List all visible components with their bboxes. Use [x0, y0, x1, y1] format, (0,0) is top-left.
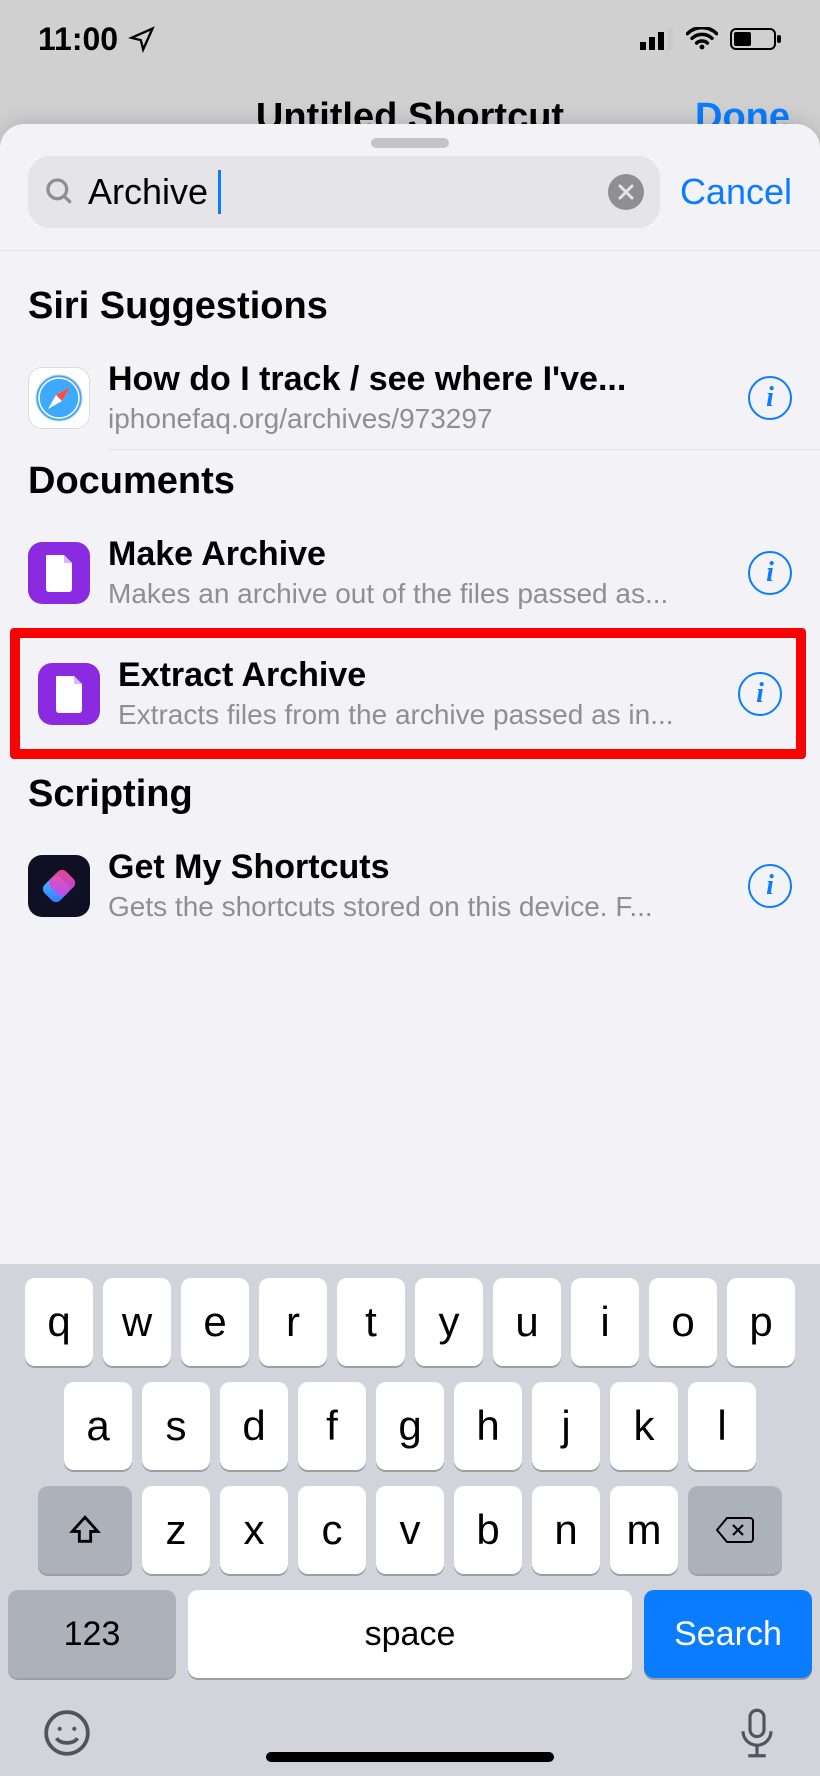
- key-p[interactable]: p: [727, 1278, 795, 1366]
- status-bar: 11:00: [0, 0, 820, 78]
- action-row-get-my-shortcuts[interactable]: Get My Shortcuts Gets the shortcuts stor…: [0, 834, 820, 937]
- section-header-documents: Documents: [0, 450, 820, 521]
- wifi-icon: [686, 27, 718, 51]
- numbers-key[interactable]: 123: [8, 1590, 176, 1678]
- shortcuts-icon: [28, 855, 90, 917]
- key-c[interactable]: c: [298, 1486, 366, 1574]
- backspace-key[interactable]: [688, 1486, 782, 1574]
- search-row: Archive Cancel: [0, 156, 820, 251]
- highlighted-action: Extract Archive Extracts files from the …: [10, 628, 806, 759]
- result-subtitle: Extracts files from the archive passed a…: [118, 699, 720, 731]
- space-key[interactable]: space: [188, 1590, 632, 1678]
- result-title: Extract Archive: [118, 656, 720, 695]
- action-row-extract-archive[interactable]: Extract Archive Extracts files from the …: [28, 646, 792, 741]
- document-icon: [28, 542, 90, 604]
- keyboard-row-4: 123 space Search: [8, 1590, 812, 1678]
- result-subtitle: iphonefaq.org/archives/973297: [108, 403, 730, 435]
- keyboard-row-1: q w e r t y u i o p: [8, 1278, 812, 1366]
- result-title: Get My Shortcuts: [108, 848, 730, 887]
- x-icon: [617, 183, 635, 201]
- search-field[interactable]: Archive: [28, 156, 660, 228]
- key-b[interactable]: b: [454, 1486, 522, 1574]
- key-e[interactable]: e: [181, 1278, 249, 1366]
- key-n[interactable]: n: [532, 1486, 600, 1574]
- result-subtitle: Gets the shortcuts stored on this device…: [108, 891, 730, 923]
- key-h[interactable]: h: [454, 1382, 522, 1470]
- key-f[interactable]: f: [298, 1382, 366, 1470]
- key-x[interactable]: x: [220, 1486, 288, 1574]
- status-time: 11:00: [38, 21, 118, 58]
- emoji-icon[interactable]: [42, 1708, 92, 1758]
- safari-icon: [28, 367, 90, 429]
- key-v[interactable]: v: [376, 1486, 444, 1574]
- shift-icon: [68, 1513, 102, 1547]
- key-i[interactable]: i: [571, 1278, 639, 1366]
- key-l[interactable]: l: [688, 1382, 756, 1470]
- result-subtitle: Makes an archive out of the files passed…: [108, 578, 730, 610]
- keyboard-row-3: z x c v b n m: [8, 1486, 812, 1574]
- action-search-sheet: Archive Cancel Siri Suggestions How do I…: [0, 124, 820, 1776]
- key-r[interactable]: r: [259, 1278, 327, 1366]
- info-button[interactable]: i: [748, 864, 792, 908]
- keyboard: q w e r t y u i o p a s d f g h j k l z: [0, 1264, 820, 1776]
- key-w[interactable]: w: [103, 1278, 171, 1366]
- key-d[interactable]: d: [220, 1382, 288, 1470]
- search-text: Archive: [88, 171, 208, 213]
- keyboard-row-2: a s d f g h j k l: [8, 1382, 812, 1470]
- siri-suggestion-row[interactable]: How do I track / see where I've... iphon…: [0, 346, 820, 449]
- result-title: How do I track / see where I've...: [108, 360, 730, 399]
- action-row-make-archive[interactable]: Make Archive Makes an archive out of the…: [0, 521, 820, 624]
- key-o[interactable]: o: [649, 1278, 717, 1366]
- key-s[interactable]: s: [142, 1382, 210, 1470]
- shift-key[interactable]: [38, 1486, 132, 1574]
- cellular-icon: [640, 28, 674, 50]
- result-title: Make Archive: [108, 535, 730, 574]
- key-y[interactable]: y: [415, 1278, 483, 1366]
- backspace-icon: [715, 1515, 755, 1545]
- results-list: Siri Suggestions How do I track / see wh…: [0, 251, 820, 937]
- home-indicator[interactable]: [266, 1752, 554, 1762]
- key-g[interactable]: g: [376, 1382, 444, 1470]
- key-u[interactable]: u: [493, 1278, 561, 1366]
- clear-search-button[interactable]: [608, 174, 644, 210]
- info-button[interactable]: i: [738, 672, 782, 716]
- key-k[interactable]: k: [610, 1382, 678, 1470]
- key-a[interactable]: a: [64, 1382, 132, 1470]
- section-header-scripting: Scripting: [0, 763, 820, 834]
- key-j[interactable]: j: [532, 1382, 600, 1470]
- key-z[interactable]: z: [142, 1486, 210, 1574]
- sheet-grabber[interactable]: [371, 138, 449, 148]
- cancel-button[interactable]: Cancel: [680, 171, 792, 213]
- info-button[interactable]: i: [748, 551, 792, 595]
- document-icon: [38, 663, 100, 725]
- search-key[interactable]: Search: [644, 1590, 812, 1678]
- section-header-siri: Siri Suggestions: [0, 275, 820, 346]
- key-t[interactable]: t: [337, 1278, 405, 1366]
- search-icon: [44, 176, 76, 208]
- key-q[interactable]: q: [25, 1278, 93, 1366]
- status-icons: [640, 27, 782, 51]
- text-cursor: [218, 170, 221, 214]
- battery-icon: [730, 27, 782, 51]
- info-button[interactable]: i: [748, 376, 792, 420]
- microphone-icon[interactable]: [736, 1706, 778, 1760]
- key-m[interactable]: m: [610, 1486, 678, 1574]
- location-icon: [128, 25, 156, 53]
